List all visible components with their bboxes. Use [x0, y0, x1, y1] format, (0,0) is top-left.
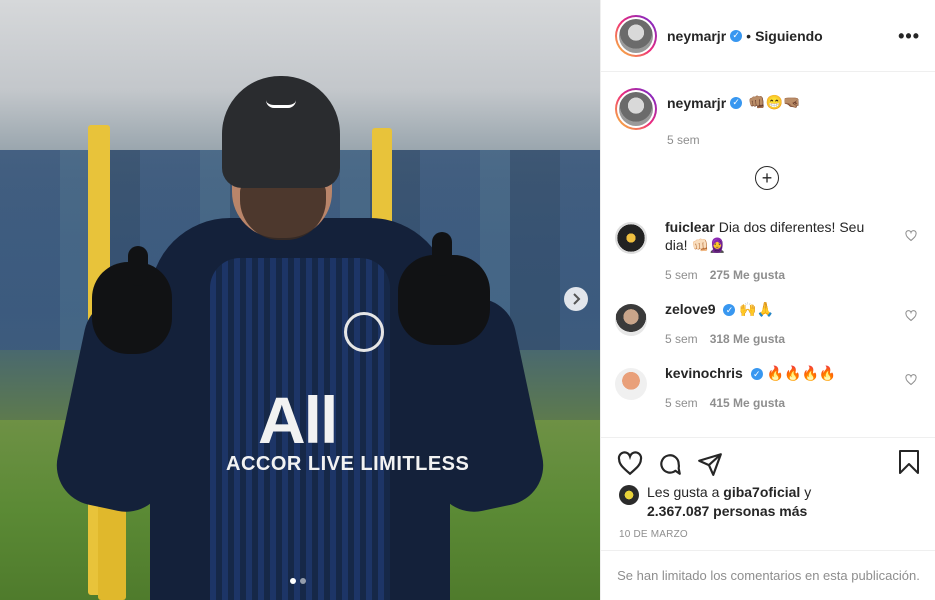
- heart-icon[interactable]: [905, 374, 917, 386]
- comment-likes[interactable]: 275 Me gusta: [710, 266, 785, 284]
- comment-item: zelove9 ✓ 🙌🙏 5 sem 318 Me gusta: [615, 300, 925, 348]
- verified-badge-icon: ✓: [730, 29, 743, 42]
- bookmark-icon[interactable]: [897, 449, 921, 475]
- avatar[interactable]: [615, 304, 647, 336]
- avatar[interactable]: [615, 88, 657, 130]
- avatar[interactable]: [619, 485, 639, 505]
- likes-summary: Les gusta a giba7oficial y 2.367.087 per…: [619, 483, 811, 521]
- comments-list: fuiclear Dia dos diferentes! Seu dia! 👊🏻…: [615, 218, 925, 428]
- comment-username[interactable]: kevinochris: [665, 365, 743, 381]
- comment-item: fuiclear Dia dos diferentes! Seu dia! 👊🏻…: [615, 218, 925, 284]
- heart-icon[interactable]: [905, 230, 917, 242]
- header-username[interactable]: neymarjr: [667, 28, 726, 44]
- verified-badge-icon: ✓: [750, 368, 763, 381]
- comment-text: 🙌🙏: [739, 301, 775, 317]
- carousel-dot: [300, 578, 306, 584]
- comment-text: 🔥🔥🔥🔥: [766, 365, 837, 381]
- left-thumb: [128, 246, 148, 286]
- verified-badge-icon: ✓: [730, 96, 743, 109]
- heart-icon[interactable]: [905, 310, 917, 322]
- player-figure: All ACCOR LIVE LIMITLESS: [0, 0, 600, 600]
- share-icon[interactable]: [697, 451, 723, 477]
- post-header: neymarjr ✓ • Siguiendo •••: [601, 0, 935, 72]
- post-panel: neymarjr ✓ • Siguiendo ••• neymarjr ✓ 👊🏽…: [600, 0, 935, 600]
- post-photo[interactable]: All ACCOR LIVE LIMITLESS: [0, 0, 600, 600]
- comment-time[interactable]: 5 sem: [665, 330, 698, 348]
- likes-user[interactable]: giba7oficial: [723, 484, 800, 500]
- post-date[interactable]: 10 DE MARZO: [619, 529, 688, 540]
- avatar[interactable]: [615, 14, 657, 57]
- like-heart-icon[interactable]: [617, 450, 643, 477]
- sponsor-logo: All: [258, 383, 338, 457]
- comment-time[interactable]: 5 sem: [665, 266, 698, 284]
- comment-item: kevinochris ✓ 🔥🔥🔥🔥 5 sem 415 Me gusta: [615, 364, 925, 412]
- carousel-next-button[interactable]: [564, 287, 588, 311]
- beanie: [222, 76, 340, 188]
- sponsor-text: ACCOR LIVE LIMITLESS: [226, 453, 470, 475]
- verified-badge-icon: ✓: [723, 304, 736, 317]
- comment-icon[interactable]: [657, 451, 683, 477]
- comment-time[interactable]: 5 sem: [665, 394, 698, 412]
- caption: neymarjr ✓ 👊🏽😁🤜🏽 5 sem: [615, 88, 800, 147]
- psg-crest-icon: [344, 312, 384, 352]
- load-more-comments-button[interactable]: +: [755, 166, 779, 190]
- comment-likes[interactable]: 318 Me gusta: [710, 330, 785, 348]
- nike-logo: [266, 100, 296, 108]
- separator: •: [746, 27, 752, 44]
- comment-likes[interactable]: 415 Me gusta: [710, 394, 785, 412]
- carousel-indicator: [290, 578, 306, 584]
- likes-count[interactable]: 2.367.087 personas más: [647, 503, 807, 519]
- comment-username[interactable]: fuiclear: [665, 219, 715, 235]
- right-thumb: [432, 232, 452, 276]
- carousel-dot-active: [290, 578, 296, 584]
- avatar[interactable]: [615, 368, 647, 400]
- comment-username[interactable]: zelove9: [665, 301, 716, 317]
- avatar[interactable]: [615, 222, 647, 254]
- caption-username[interactable]: neymarjr: [667, 95, 726, 111]
- likes-prefix: Les gusta a: [647, 484, 720, 500]
- chevron-right-icon: [573, 293, 581, 305]
- caption-time[interactable]: 5 sem: [667, 133, 800, 147]
- more-options-icon[interactable]: •••: [898, 26, 920, 47]
- action-bar: [601, 437, 935, 489]
- comments-limited-notice: Se han limitado los comentarios en esta …: [601, 550, 935, 600]
- caption-text: 👊🏽😁🤜🏽: [748, 94, 801, 110]
- likes-connector: y: [804, 484, 812, 500]
- following-button[interactable]: Siguiendo: [755, 28, 823, 44]
